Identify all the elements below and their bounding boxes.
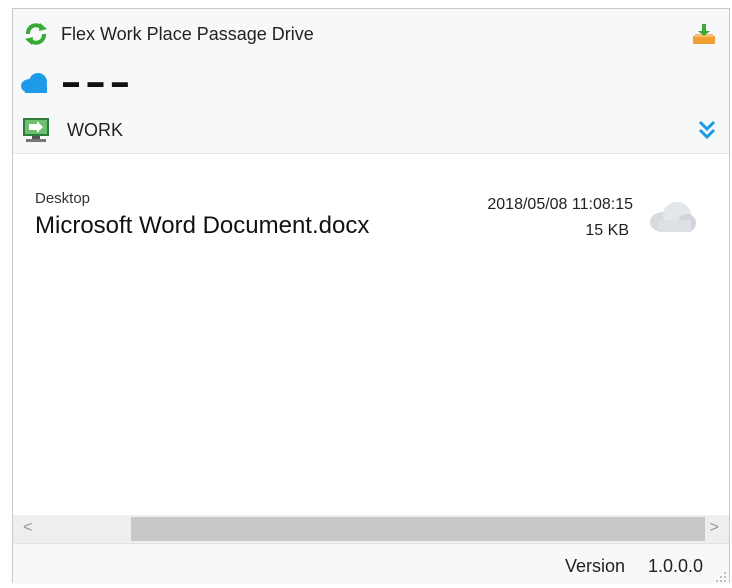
file-location: Desktop: [35, 190, 91, 207]
upload-tray-icon[interactable]: [691, 22, 717, 46]
workspace-header[interactable]: WORK: [13, 107, 729, 154]
scroll-right-button[interactable]: >: [710, 519, 719, 537]
horizontal-scrollbar[interactable]: < >: [13, 515, 729, 543]
account-bar: ▬ ▬ ▬: [13, 59, 729, 108]
scroll-thumb[interactable]: [131, 517, 705, 541]
app-window: Flex Work Place Passage Drive ▬ ▬ ▬ WORK…: [12, 8, 730, 584]
version-value: 1.0.0.0: [647, 556, 703, 576]
file-list: Desktop Microsoft Word Document.docx 201…: [13, 154, 729, 514]
file-item[interactable]: Desktop Microsoft Word Document.docx 201…: [13, 182, 729, 252]
status-bar: Version 1.0.0.0: [13, 543, 729, 584]
sync-arrows-icon: [21, 19, 51, 49]
double-chevron-down-icon[interactable]: [697, 119, 717, 141]
file-modified-date: 2018/05/08 11:08:15: [487, 196, 633, 213]
cloud-status-icon: [647, 200, 697, 234]
workspace-label: WORK: [67, 119, 123, 140]
cloud-icon: [19, 71, 51, 95]
resize-grip-icon[interactable]: [715, 570, 727, 582]
version-label: Version: [564, 556, 625, 576]
app-title: Flex Work Place Passage Drive: [61, 23, 314, 44]
title-bar: Flex Work Place Passage Drive: [13, 9, 729, 60]
scroll-left-button[interactable]: <: [23, 519, 32, 537]
computer-icon: [19, 116, 53, 144]
file-name: Microsoft Word Document.docx: [35, 212, 370, 239]
account-name: ▬ ▬ ▬: [63, 74, 130, 91]
file-size: 15 KB: [585, 222, 629, 239]
